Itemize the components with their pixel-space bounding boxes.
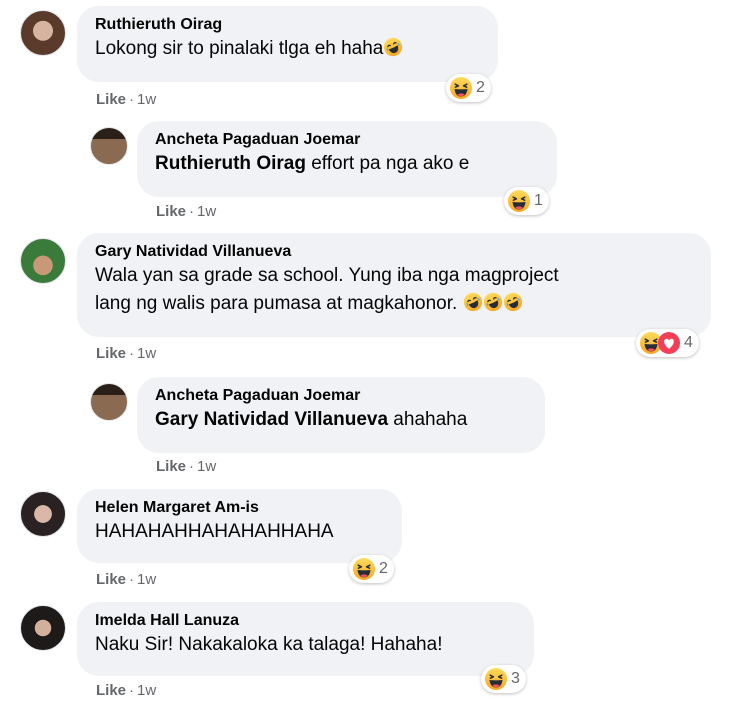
rofl-emoji-icon [503, 292, 523, 312]
comment-author[interactable]: Imelda Hall Lanuza [95, 611, 516, 631]
comment-meta: Like · 1w [96, 345, 157, 362]
comment-bubble: Ancheta Pagaduan Joemar Gary Natividad V… [137, 377, 545, 453]
comment-text: Naku Sir! Nakakaloka ka talaga! Hahaha! [95, 634, 443, 655]
timestamp[interactable]: 1w [137, 571, 156, 588]
timestamp[interactable]: 1w [137, 345, 156, 362]
mention-link[interactable]: Ruthieruth Oirag [155, 153, 306, 174]
comment-meta: Like · 1w [96, 682, 157, 699]
comment-text: Wala yan sa grade sa school. Yung iba ng… [95, 265, 559, 314]
mention-link[interactable]: Gary Natividad Villanueva [155, 409, 388, 430]
haha-emoji-icon [449, 76, 473, 100]
comment-meta: Like · 1w [96, 571, 157, 588]
comment-author[interactable]: Helen Margaret Am-is [95, 498, 384, 518]
avatar[interactable] [20, 10, 66, 56]
comment-bubble: Gary Natividad Villanueva Wala yan sa gr… [77, 233, 711, 337]
reaction-count: 1 [534, 192, 543, 209]
reaction-summary[interactable]: 2 [349, 555, 394, 583]
avatar[interactable] [20, 491, 66, 537]
comment-bubble: Ancheta Pagaduan Joemar Ruthieruth Oirag… [137, 121, 557, 197]
comment-author[interactable]: Gary Natividad Villanueva [95, 242, 693, 262]
haha-emoji-icon [484, 667, 508, 691]
haha-emoji-icon [507, 189, 531, 213]
love-heart-icon [657, 331, 681, 355]
like-button[interactable]: Like [96, 345, 126, 362]
rofl-emoji-icon [383, 37, 403, 57]
comment-bubble: Helen Margaret Am-is HAHAHAHHAHAHAHHAHA [77, 489, 402, 563]
comment-meta: Like · 1w [96, 91, 157, 108]
comment-text: Gary Natividad Villanueva ahahaha [155, 409, 468, 430]
avatar[interactable] [20, 238, 66, 284]
comment-author[interactable]: Ancheta Pagaduan Joemar [155, 130, 539, 150]
reaction-summary[interactable]: 2 [446, 74, 491, 102]
like-button[interactable]: Like [156, 203, 186, 220]
haha-emoji-icon [352, 557, 376, 581]
reaction-count: 3 [511, 670, 520, 687]
comment-meta: Like · 1w [156, 203, 217, 220]
like-button[interactable]: Like [156, 458, 186, 475]
reaction-summary[interactable]: 4 [636, 329, 699, 357]
avatar[interactable] [90, 383, 128, 421]
like-button[interactable]: Like [96, 571, 126, 588]
comment-meta: Like · 1w [156, 458, 217, 475]
like-button[interactable]: Like [96, 682, 126, 699]
timestamp[interactable]: 1w [197, 458, 216, 475]
comment-text: Lokong sir to pinalaki tlga eh haha [95, 35, 480, 63]
reaction-count: 2 [476, 79, 485, 96]
rofl-emoji-icon [463, 292, 483, 312]
comment-bubble: Ruthieruth Oirag Lokong sir to pinalaki … [77, 6, 498, 82]
timestamp[interactable]: 1w [137, 682, 156, 699]
timestamp[interactable]: 1w [197, 203, 216, 220]
avatar[interactable] [90, 127, 128, 165]
rofl-emoji-icon [483, 292, 503, 312]
reaction-count: 2 [379, 560, 388, 577]
avatar[interactable] [20, 605, 66, 651]
reaction-summary[interactable]: 1 [504, 187, 549, 215]
comment-text: Ruthieruth Oirag effort pa nga ako e [155, 153, 470, 174]
comment-author[interactable]: Ancheta Pagaduan Joemar [155, 386, 527, 406]
comment-bubble: Imelda Hall Lanuza Naku Sir! Nakakaloka … [77, 602, 534, 676]
reaction-count: 4 [684, 334, 693, 351]
timestamp[interactable]: 1w [137, 91, 156, 108]
comment-author[interactable]: Ruthieruth Oirag [95, 15, 480, 35]
comment-text: HAHAHAHHAHAHAHHAHA [95, 521, 334, 542]
like-button[interactable]: Like [96, 91, 126, 108]
reaction-summary[interactable]: 3 [481, 665, 526, 693]
